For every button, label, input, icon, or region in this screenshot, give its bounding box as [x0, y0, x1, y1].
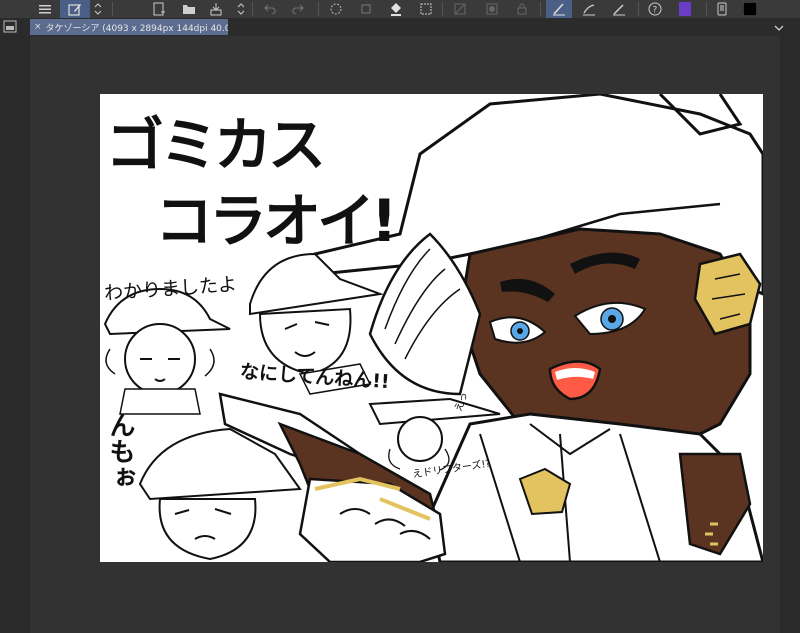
top-toolbar: ?	[0, 0, 800, 18]
new-file-icon[interactable]	[150, 0, 168, 18]
menu-icon[interactable]	[36, 0, 54, 18]
layers-panel-icon[interactable]	[3, 19, 19, 33]
save-icon[interactable]	[207, 0, 225, 18]
up-down-arrows-icon[interactable]	[235, 0, 247, 18]
color-black-icon[interactable]	[740, 0, 760, 18]
close-tab-icon[interactable]: ×	[34, 22, 42, 32]
svg-text:?: ?	[653, 6, 658, 16]
phone-icon[interactable]	[714, 0, 730, 18]
clear-icon[interactable]	[452, 0, 468, 18]
help-icon[interactable]: ?	[646, 0, 664, 18]
artwork-canvas[interactable]: ゴミカス コラオイ! わかりましたよ なにしてんねん!! んもぉ えっ えドリフ…	[100, 94, 763, 562]
art-title-line1: ゴミカス	[106, 111, 326, 179]
fill-icon[interactable]	[388, 0, 404, 18]
line-icon[interactable]	[576, 0, 602, 18]
mask-icon[interactable]	[484, 0, 500, 18]
up-down-arrows-icon[interactable]	[92, 0, 104, 18]
open-folder-icon[interactable]	[180, 0, 198, 18]
loading-icon[interactable]	[328, 0, 344, 18]
pen-settings-icon[interactable]	[60, 0, 90, 18]
pen-stroke-icon[interactable]	[546, 0, 572, 18]
document-tab-title: タケゾーシア (4093 x 2894px 144dpi 40.0%)	[45, 23, 228, 34]
art-title-line2: コラオイ!	[155, 187, 397, 255]
redo-icon[interactable]	[290, 0, 306, 18]
left-gutter	[0, 36, 30, 633]
vertical-scrollbar[interactable]	[780, 36, 800, 633]
chevron-down-icon[interactable]	[772, 20, 786, 34]
vector-icon[interactable]	[606, 0, 632, 18]
app-window: ? × タケゾーシア (4093 x 2894px 144dpi 40.0%)	[0, 0, 800, 633]
art-text-nmoo: んもぉ	[105, 412, 135, 490]
document-tab[interactable]: × タケゾーシア (4093 x 2894px 144dpi 40.0%)	[30, 19, 228, 35]
undo-icon[interactable]	[262, 0, 278, 18]
color-swatch-icon[interactable]	[676, 0, 694, 18]
transform-icon[interactable]	[358, 0, 374, 18]
layer-lock-icon[interactable]	[514, 0, 530, 18]
select-icon[interactable]	[418, 0, 434, 18]
